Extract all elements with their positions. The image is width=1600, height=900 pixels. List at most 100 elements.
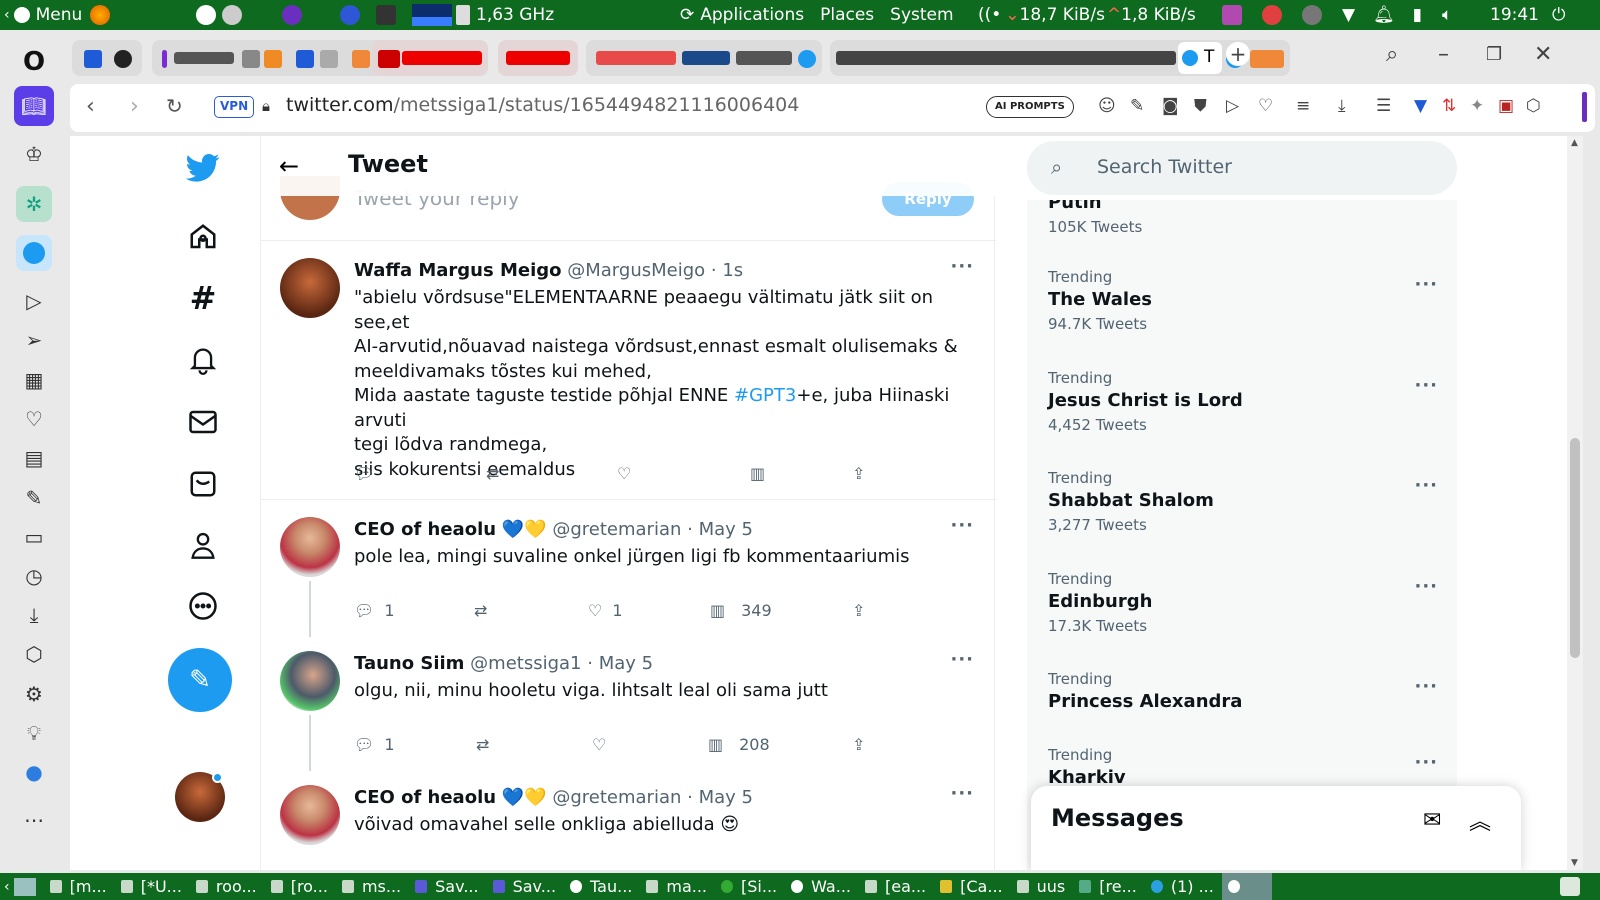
extension-red-icon[interactable]: ▣ bbox=[1498, 96, 1514, 116]
share-icon[interactable]: ⇪ bbox=[852, 464, 865, 483]
tab-menu-icon[interactable]: ≡ bbox=[1296, 96, 1310, 116]
tweet[interactable]: CEO of heaolu 💙💛 @gretemarian · May 5 ··… bbox=[261, 769, 996, 870]
like-heart-icon[interactable]: ♡ bbox=[617, 464, 631, 483]
tab-group-youtube[interactable] bbox=[372, 40, 488, 76]
terminal-icon[interactable] bbox=[376, 5, 396, 25]
search-input[interactable]: Search Twitter bbox=[1097, 156, 1232, 178]
avatar[interactable] bbox=[280, 651, 340, 711]
author-name[interactable]: CEO of heaolu bbox=[354, 787, 496, 808]
tab-group-1[interactable] bbox=[72, 40, 142, 76]
back-arrow-icon[interactable]: ← bbox=[279, 152, 299, 180]
home-icon[interactable] bbox=[185, 219, 221, 255]
tab-group-youtube-2[interactable] bbox=[498, 40, 578, 76]
more-options-icon[interactable]: ··· bbox=[950, 649, 974, 670]
like-button[interactable]: ♡ 1 bbox=[588, 601, 623, 620]
news-icon[interactable]: ▤ bbox=[16, 440, 52, 476]
taskbar-item[interactable]: [m... bbox=[44, 873, 113, 900]
expand-chevron-icon[interactable]: ︽ bbox=[1469, 804, 1491, 836]
author-handle[interactable]: @gretemarian bbox=[552, 787, 681, 808]
avatar[interactable] bbox=[280, 258, 340, 318]
bell-icon[interactable]: 🔔︎ bbox=[1373, 5, 1395, 25]
trend-more-icon[interactable]: ··· bbox=[1414, 752, 1438, 773]
trend-item[interactable]: Trending The Wales 94.7K Tweets ··· bbox=[1048, 268, 1448, 333]
opera-logo-icon[interactable]: O bbox=[16, 44, 52, 80]
scrollbar[interactable]: ▲ ▼ bbox=[1567, 136, 1583, 870]
profile-icon[interactable] bbox=[185, 527, 221, 563]
trend-item[interactable]: Putin 105K Tweets bbox=[1048, 200, 1448, 236]
taskbar-item[interactable]: Sav... bbox=[409, 873, 484, 900]
scrollbar-thumb[interactable] bbox=[1570, 438, 1580, 658]
tweet[interactable]: Waffa Margus Meigo @MargusMeigo · 1s ···… bbox=[261, 242, 996, 500]
system-menu[interactable]: System bbox=[890, 5, 953, 25]
tabs-icon[interactable]: ▭ bbox=[16, 519, 52, 555]
compose-tweet-button[interactable]: ✎ bbox=[168, 648, 232, 712]
author-name[interactable]: Tauno Siim bbox=[354, 653, 464, 674]
podcast-applet-icon[interactable] bbox=[282, 5, 302, 25]
account-avatar[interactable] bbox=[175, 772, 225, 822]
trend-more-icon[interactable]: ··· bbox=[1414, 576, 1438, 597]
views-button[interactable]: ▥ 349 bbox=[710, 601, 772, 620]
extension-icon[interactable]: ⇅ bbox=[1442, 96, 1456, 116]
extensions-puzzle-icon[interactable]: ✦ bbox=[1470, 96, 1484, 116]
back-icon[interactable]: ‹ bbox=[86, 94, 95, 119]
search-box[interactable]: ⌕ Search Twitter bbox=[1027, 141, 1457, 195]
chat-bubble-icon[interactable]: ● bbox=[16, 754, 52, 790]
easy-setup-icon[interactable]: ☰ bbox=[1376, 96, 1391, 116]
scroll-up-icon[interactable]: ▲ bbox=[1571, 138, 1578, 148]
opera-launcher-icon[interactable] bbox=[340, 5, 360, 25]
emoji-icon[interactable]: ☺ bbox=[1098, 96, 1116, 116]
firefox-icon[interactable] bbox=[90, 5, 111, 25]
vpn-badge[interactable]: VPN bbox=[214, 96, 255, 118]
taskbar-item[interactable]: [ro... bbox=[265, 873, 334, 900]
bookmark-heart-icon[interactable]: ♡ bbox=[1258, 96, 1273, 116]
author-handle[interactable]: @gretemarian bbox=[552, 519, 681, 540]
trend-item[interactable]: Trending Kharkiv ··· bbox=[1048, 746, 1448, 788]
author-name[interactable]: CEO of heaolu bbox=[354, 519, 496, 540]
notifications-bell-icon[interactable] bbox=[185, 342, 221, 378]
ai-prompts-button[interactable]: AI PROMPTS bbox=[986, 96, 1074, 118]
lock-icon[interactable]: 🔒︎ bbox=[262, 97, 270, 115]
messages-drawer[interactable]: Messages ✉︎ ︽ bbox=[1031, 786, 1521, 870]
taskbar-item[interactable]: Tau... bbox=[564, 873, 638, 900]
reply-button[interactable]: 💬︎ 1 bbox=[354, 735, 395, 754]
tweet-time[interactable]: · May 5 bbox=[687, 519, 753, 540]
url-input[interactable]: twitter.com/metssiga1/status/16544948211… bbox=[286, 94, 799, 116]
crown-icon[interactable]: ♔ bbox=[16, 136, 52, 172]
battery-icon[interactable]: ▮ bbox=[1413, 5, 1422, 25]
more-options-icon[interactable]: ··· bbox=[950, 256, 974, 277]
taskbar-item[interactable]: ma... bbox=[640, 873, 713, 900]
more-options-icon[interactable]: ⋯ bbox=[16, 802, 52, 838]
extension-vivaldi-icon[interactable]: ▼ bbox=[1414, 96, 1427, 116]
hashtag-link[interactable]: #GPT3 bbox=[734, 385, 796, 406]
tweet[interactable]: Tauno Siim @metssiga1 · May 5 ··· olgu, … bbox=[261, 635, 996, 771]
settings-gear-icon[interactable]: ⚙ bbox=[16, 676, 52, 712]
applications-menu[interactable]: Applications bbox=[700, 5, 804, 25]
close-icon[interactable]: ✕ bbox=[1534, 42, 1552, 67]
taskbar-item[interactable]: ms... bbox=[336, 873, 407, 900]
avatar[interactable] bbox=[280, 517, 340, 577]
taskbar-item[interactable]: [Si... bbox=[715, 873, 783, 900]
taskbar-item[interactable]: uus bbox=[1011, 873, 1072, 900]
cube-icon[interactable]: ⬡ bbox=[16, 636, 52, 672]
audio-app-icon[interactable] bbox=[1222, 5, 1242, 25]
taskbar-item[interactable]: Sav... bbox=[487, 873, 562, 900]
new-message-icon[interactable]: ✉︎ bbox=[1423, 808, 1441, 833]
tweet-time[interactable]: · May 5 bbox=[587, 653, 653, 674]
download-icon[interactable]: ⤓ bbox=[1338, 96, 1346, 116]
extension-cube-icon[interactable]: ⬡ bbox=[1526, 96, 1541, 116]
twitter-sidebar-icon[interactable] bbox=[16, 235, 52, 271]
apps-grid-icon[interactable]: ▦ bbox=[16, 362, 52, 398]
chatgpt-icon[interactable]: ✲ bbox=[16, 186, 52, 222]
twitter-logo-icon[interactable] bbox=[185, 150, 221, 186]
app-tray-icon[interactable] bbox=[1262, 5, 1282, 25]
messages-mail-icon[interactable] bbox=[185, 404, 221, 440]
chevron-left-icon[interactable]: ‹ bbox=[4, 879, 10, 895]
tray-info-icon[interactable] bbox=[1302, 5, 1322, 25]
twitter-blue-icon[interactable] bbox=[185, 466, 221, 502]
show-desktop-icon[interactable] bbox=[13, 877, 36, 896]
minimize-icon[interactable]: – bbox=[1438, 42, 1449, 67]
more-circle-icon[interactable] bbox=[185, 588, 221, 624]
taskbar-item[interactable]: [re... bbox=[1073, 873, 1143, 900]
reply-icon[interactable]: 💬︎ bbox=[354, 464, 374, 483]
trash-icon[interactable] bbox=[1560, 877, 1580, 896]
